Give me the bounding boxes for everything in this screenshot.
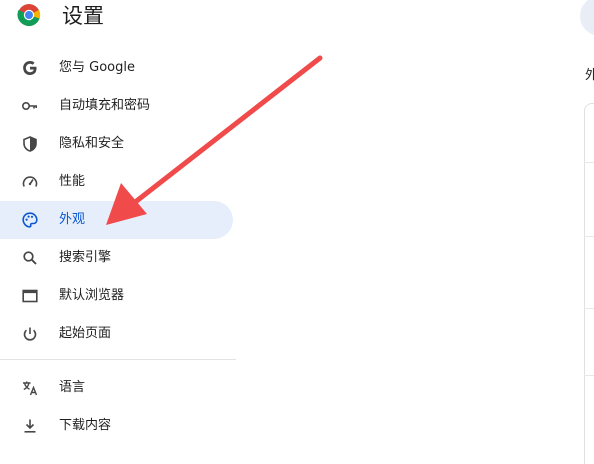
speedometer-icon xyxy=(22,176,38,187)
search-settings-button[interactable] xyxy=(580,0,594,36)
google-icon xyxy=(23,61,37,75)
search-icon xyxy=(23,251,37,265)
sidebar-item-default-browser[interactable]: 默认浏览器 xyxy=(0,277,233,315)
settings-header: 设置 xyxy=(0,0,594,36)
sidebar-item-autofill[interactable]: 自动填充和密码 xyxy=(0,87,233,125)
translate-icon xyxy=(23,381,38,396)
key-icon xyxy=(21,102,37,111)
sidebar-item-label: 您与 Google xyxy=(59,60,135,75)
download-icon xyxy=(24,419,36,433)
sidebar-item-on-startup[interactable]: 起始页面 xyxy=(0,315,233,353)
sidebar-item-privacy[interactable]: 隐私和安全 xyxy=(0,125,233,163)
chrome-logo-icon xyxy=(17,4,41,27)
sidebar-item-performance[interactable]: 性能 xyxy=(0,163,233,201)
sidebar-divider xyxy=(0,359,236,360)
sidebar-item-label: 外观 xyxy=(59,212,86,227)
page-title: 设置 xyxy=(62,4,104,28)
sidebar-item-search-engine[interactable]: 搜索引擎 xyxy=(0,239,233,277)
sidebar-item-label: 隐私和安全 xyxy=(59,136,125,151)
sidebar-item-label: 语言 xyxy=(59,380,86,395)
sidebar-item-label: 性能 xyxy=(59,174,86,189)
card-row-divider xyxy=(584,308,594,309)
sidebar-item-appearance[interactable]: 外观 xyxy=(0,201,233,239)
section-heading: 外 xyxy=(585,68,594,83)
sidebar-item-languages[interactable]: 语言 xyxy=(0,369,233,407)
sidebar-item-label: 默认浏览器 xyxy=(59,288,125,303)
card-row-divider xyxy=(584,375,594,376)
power-icon xyxy=(23,327,37,341)
card-row-divider xyxy=(584,162,594,163)
palette-icon xyxy=(22,212,38,228)
settings-card xyxy=(584,103,594,464)
browser-window-icon xyxy=(22,289,38,303)
sidebar-item-downloads[interactable]: 下载内容 xyxy=(0,407,233,445)
card-row-divider xyxy=(584,236,594,237)
sidebar-item-label: 起始页面 xyxy=(59,326,112,341)
shield-icon xyxy=(23,136,37,152)
sidebar-item-label: 搜索引擎 xyxy=(59,250,112,265)
sidebar-item-label: 自动填充和密码 xyxy=(59,98,151,113)
sidebar-item-label: 下载内容 xyxy=(59,418,112,433)
sidebar-item-you-and-google[interactable]: 您与 Google xyxy=(0,49,233,87)
